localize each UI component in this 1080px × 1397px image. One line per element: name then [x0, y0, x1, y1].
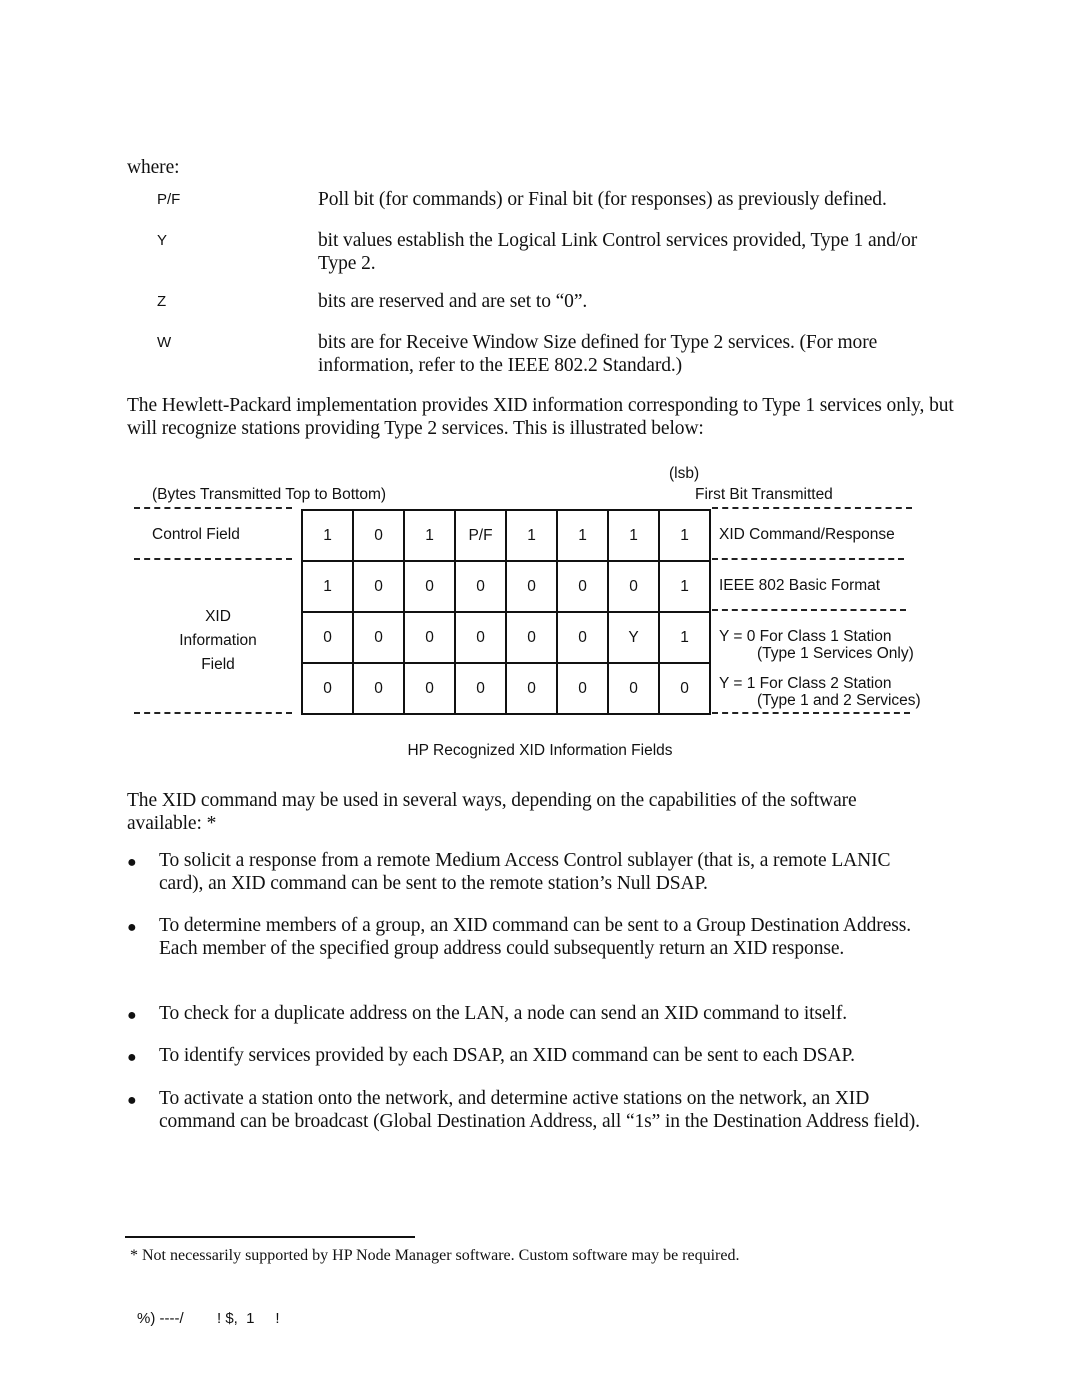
bit-cell: 1: [301, 509, 354, 562]
xid-info-label-line: Information: [179, 632, 257, 649]
definition-term-pf: P/F: [157, 191, 181, 208]
first-bit-label: First Bit Transmitted: [695, 486, 833, 503]
bullet-icon: ●: [127, 854, 137, 871]
footnote: * Not necessarily supported by HP Node M…: [130, 1247, 740, 1264]
right-divider-bottom: [712, 712, 910, 714]
bit-cell: P/F: [454, 509, 507, 562]
row-desc-class1-note: (Type 1 Services Only): [757, 645, 914, 662]
bit-cell: Y: [607, 611, 660, 664]
page-footer: %) ----/ ! $, 1 !: [137, 1310, 280, 1327]
xid-info-label-line: XID: [205, 608, 231, 625]
bit-cell: 0: [454, 662, 507, 715]
right-divider-top: [712, 507, 912, 509]
row-desc-class2: Y = 1 For Class 2 Station: [719, 675, 892, 692]
bit-cell: 0: [607, 560, 660, 613]
where-label: where:: [127, 157, 180, 178]
definition-desc-z: bits are reserved and are set to “0”.: [318, 291, 588, 312]
bit-cell: 0: [556, 560, 609, 613]
bit-row-class: 0 0 0 0 0 0 Y 1: [301, 611, 711, 664]
bullet-item: To check for a duplicate address on the …: [159, 1003, 848, 1024]
bullet-icon: ●: [127, 1007, 137, 1024]
bit-cell: 0: [403, 611, 456, 664]
bit-cell: 0: [403, 560, 456, 613]
left-divider-top: [134, 507, 292, 509]
xid-info-field-label: XID Information Field: [150, 605, 286, 677]
bullet-icon: ●: [127, 1092, 137, 1109]
bit-cell: 0: [505, 662, 558, 715]
bit-cell: 0: [505, 611, 558, 664]
bit-cell: 0: [607, 662, 660, 715]
row-desc-class2-note: (Type 1 and 2 Services): [757, 692, 921, 709]
control-field-label: Control Field: [152, 526, 240, 543]
definition-term-y: Y: [157, 232, 168, 249]
bytes-order-label: (Bytes Transmitted Top to Bottom): [152, 486, 387, 503]
xid-info-label-line: Field: [201, 656, 235, 673]
left-divider-bottom: [134, 712, 292, 714]
bit-cell: 0: [658, 662, 711, 715]
bit-cell: 0: [301, 662, 354, 715]
bit-cell: 0: [352, 662, 405, 715]
bit-cell: 0: [556, 662, 609, 715]
bullet-item: To activate a station onto the network, …: [159, 1088, 920, 1132]
bullet-item: To solicit a response from a remote Medi…: [159, 850, 891, 894]
bit-cell: 1: [556, 509, 609, 562]
bit-cell: 0: [505, 560, 558, 613]
definition-desc-w: bits are for Receive Window Size defined…: [318, 332, 878, 376]
bit-cell: 1: [505, 509, 558, 562]
bit-cell: 0: [454, 560, 507, 613]
bullet-icon: ●: [127, 1049, 137, 1066]
intro-paragraph: The Hewlett-Packard implementation provi…: [127, 395, 954, 439]
row-desc-basic-format: IEEE 802 Basic Format: [719, 577, 881, 594]
bit-cell: 1: [607, 509, 660, 562]
bullet-item: To identify services provided by each DS…: [159, 1045, 855, 1066]
bit-cell: 0: [556, 611, 609, 664]
definition-term-w: W: [157, 334, 172, 351]
bit-row-window: 0 0 0 0 0 0 0 0: [301, 662, 711, 715]
bit-cell: 1: [658, 560, 711, 613]
definition-term-z: Z: [157, 293, 167, 310]
bit-cell: 1: [301, 560, 354, 613]
footnote-rule: [125, 1236, 415, 1238]
right-divider-control: [712, 558, 904, 560]
bit-cell: 1: [403, 509, 456, 562]
bit-row-control: 1 0 1 P/F 1 1 1 1: [301, 509, 711, 562]
row-desc-command-response: XID Command/Response: [719, 526, 895, 543]
bit-table: 1 0 1 P/F 1 1 1 1 1 0 0 0 0 0 0 1 0 0 0 …: [301, 509, 711, 715]
definition-desc-y: bit values establish the Logical Link Co…: [318, 230, 918, 274]
bit-cell: 1: [658, 509, 711, 562]
bit-row-basic-format: 1 0 0 0 0 0 0 1: [301, 560, 711, 613]
bit-cell: 0: [301, 611, 354, 664]
lsb-label: (lsb): [669, 465, 700, 482]
right-divider-basic: [712, 609, 906, 611]
bit-cell: 0: [454, 611, 507, 664]
diagram-caption: HP Recognized XID Information Fields: [407, 742, 673, 759]
left-divider-control: [134, 558, 292, 560]
bit-cell: 1: [658, 611, 711, 664]
bit-cell: 0: [352, 560, 405, 613]
definition-desc-pf: Poll bit (for commands) or Final bit (fo…: [318, 189, 887, 210]
bit-cell: 0: [352, 611, 405, 664]
usage-paragraph: The XID command may be used in several w…: [127, 790, 857, 834]
bit-cell: 0: [352, 509, 405, 562]
bit-cell: 0: [403, 662, 456, 715]
bullet-icon: ●: [127, 919, 137, 936]
bullet-item: To determine members of a group, an XID …: [159, 915, 912, 959]
row-desc-class1: Y = 0 For Class 1 Station: [719, 628, 892, 645]
